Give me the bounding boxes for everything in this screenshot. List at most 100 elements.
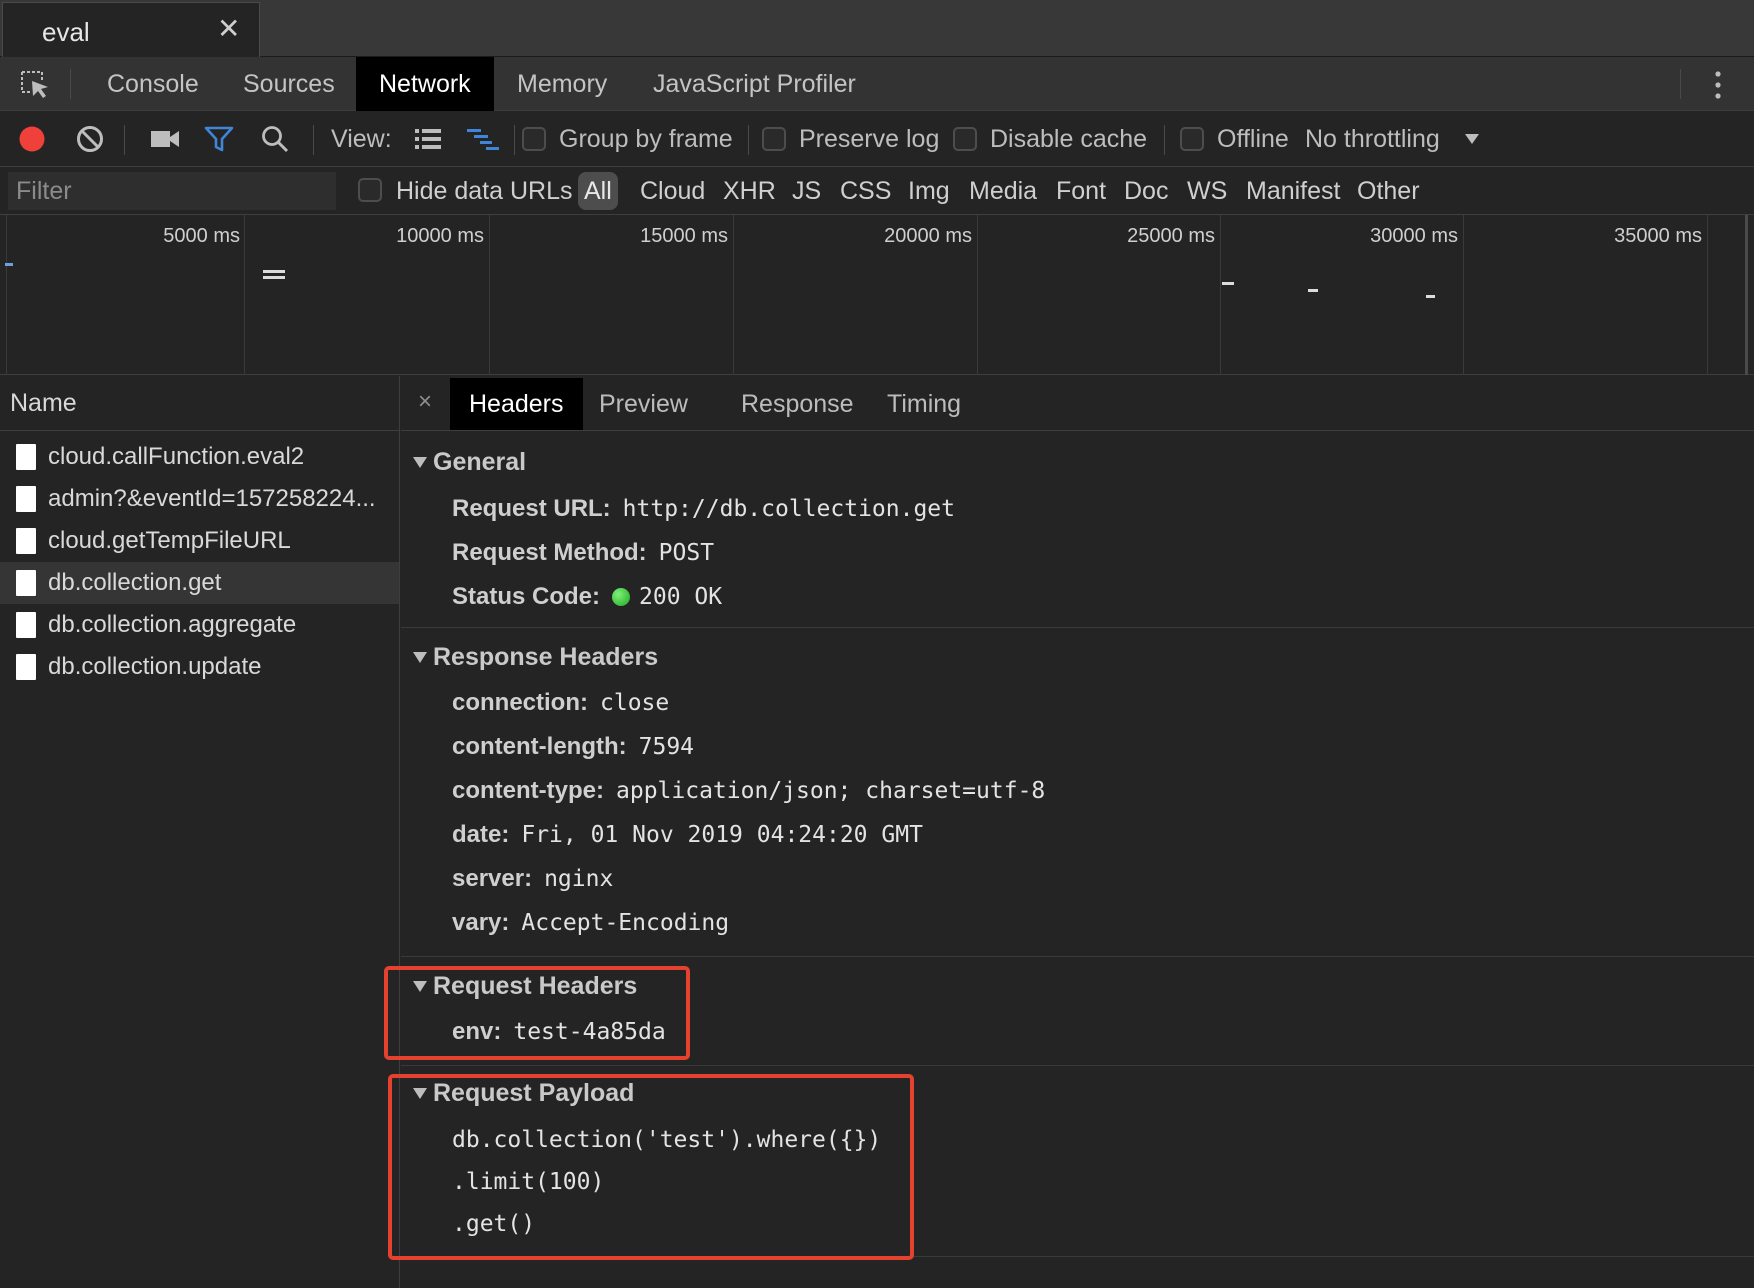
request-payload-highlight-box [388, 1074, 914, 1260]
devtools-panel-tabs: Console Sources Network Memory JavaScrip… [0, 57, 1754, 111]
request-row[interactable]: cloud.callFunction.eval2 [0, 436, 399, 478]
filter-type-doc[interactable]: Doc [1124, 172, 1168, 210]
filter-type-font[interactable]: Font [1056, 172, 1106, 210]
timeline-gridline [733, 215, 734, 375]
view-label: View: [331, 124, 392, 153]
camera-icon[interactable] [150, 127, 180, 151]
timeline-handle[interactable] [1745, 215, 1748, 375]
preserve-log-toggle[interactable]: Preserve log [762, 111, 939, 167]
timeline-tick-label: 20000 ms [884, 225, 972, 247]
timeline-gridline [1463, 215, 1464, 375]
header-key: server: [452, 865, 533, 892]
expand-triangle-icon [413, 652, 427, 663]
tab-console[interactable]: Console [84, 57, 222, 111]
request-row[interactable]: db.collection.aggregate [0, 604, 399, 646]
large-rows-icon[interactable] [414, 127, 442, 151]
tab-preview[interactable]: Preview [580, 378, 707, 430]
request-name: admin?&eventId=157258224... [48, 485, 376, 512]
header-key: Request URL: [452, 495, 611, 522]
request-name: db.collection.get [48, 569, 222, 596]
hide-data-urls-label: Hide data URLs [396, 177, 573, 205]
header-value: POST [658, 540, 715, 566]
tab-network[interactable]: Network [356, 57, 494, 111]
filter-type-cloud[interactable]: Cloud [640, 172, 705, 210]
timeline-tick-label: 15000 ms [640, 225, 728, 247]
header-key: content-length: [452, 733, 627, 760]
toolbar-divider [124, 125, 125, 155]
hide-data-urls-checkbox[interactable] [358, 178, 382, 202]
offline-toggle[interactable]: Offline [1180, 111, 1289, 167]
timeline-gridline [489, 215, 490, 375]
group-by-frame-toggle[interactable]: Group by frame [522, 111, 733, 167]
chevron-down-icon [1464, 134, 1479, 144]
request-name: db.collection.aggregate [48, 611, 297, 638]
request-name: cloud.callFunction.eval2 [48, 443, 305, 470]
tab-memory[interactable]: Memory [494, 57, 630, 111]
toolbar-divider [748, 125, 749, 155]
request-row[interactable]: admin?&eventId=157258224... [0, 478, 399, 520]
window-tab-title: eval [42, 17, 90, 47]
window-tab[interactable]: eval ✕ [2, 2, 260, 57]
timeline-request-bar [1426, 295, 1435, 298]
general-section-header[interactable]: General [413, 448, 526, 477]
timeline-request-bar [1222, 282, 1234, 285]
network-toolbar: View: Group by frame Preserve log Disabl… [0, 111, 1754, 167]
timeline-gridline [977, 215, 978, 375]
filter-type-all[interactable]: All [578, 172, 618, 210]
tab-timing[interactable]: Timing [868, 378, 980, 430]
timeline-request-bar [263, 276, 285, 279]
offline-checkbox[interactable] [1180, 127, 1204, 151]
filter-type-xhr[interactable]: XHR [723, 172, 776, 210]
name-column-header[interactable]: Name [0, 376, 399, 431]
waterfall-view-icon[interactable] [466, 127, 500, 151]
response-header-row: vary: Accept-Encoding [452, 909, 729, 937]
tab-response[interactable]: Response [722, 378, 873, 430]
network-overview-timeline[interactable]: 5000 ms 10000 ms 15000 ms 20000 ms 25000… [0, 215, 1754, 375]
preserve-log-checkbox[interactable] [762, 127, 786, 151]
tab-sources[interactable]: Sources [220, 57, 358, 111]
group-by-frame-checkbox[interactable] [522, 127, 546, 151]
section-title: General [433, 448, 527, 476]
filter-type-other[interactable]: Other [1357, 172, 1420, 210]
filter-type-media[interactable]: Media [969, 172, 1037, 210]
filter-type-ws[interactable]: WS [1187, 172, 1227, 210]
disable-cache-toggle[interactable]: Disable cache [953, 111, 1147, 167]
response-header-row: content-type: application/json; charset=… [452, 777, 1045, 805]
timeline-gridline [1220, 215, 1221, 375]
close-icon[interactable]: × [418, 388, 432, 416]
document-icon [16, 612, 36, 638]
group-by-frame-label: Group by frame [559, 124, 733, 153]
inspect-element-icon[interactable] [20, 70, 52, 100]
header-value: 200 OK [639, 584, 723, 610]
tab-javascript-profiler[interactable]: JavaScript Profiler [630, 57, 879, 111]
header-value: http://db.collection.get [622, 496, 956, 522]
timeline-request-bar [1308, 289, 1318, 292]
response-header-row: date: Fri, 01 Nov 2019 04:24:20 GMT [452, 821, 923, 849]
record-icon[interactable] [18, 125, 46, 153]
filter-input[interactable] [8, 172, 336, 210]
search-icon[interactable] [260, 125, 290, 153]
close-icon[interactable]: ✕ [217, 15, 240, 43]
request-row[interactable]: db.collection.update [0, 646, 399, 688]
request-row-selected[interactable]: db.collection.get [0, 562, 399, 604]
filter-type-img[interactable]: Img [908, 172, 950, 210]
header-key: Status Code: [452, 583, 601, 610]
more-options-icon[interactable] [1712, 69, 1724, 101]
tab-headers[interactable]: Headers [450, 378, 583, 430]
request-row[interactable]: cloud.getTempFileURL [0, 520, 399, 562]
filter-type-css[interactable]: CSS [840, 172, 891, 210]
response-headers-section: Response Headers connection: close conte… [401, 629, 1754, 957]
filter-type-js[interactable]: JS [792, 172, 821, 210]
status-code-row: Status Code: 200 OK [452, 583, 722, 611]
toolbar-divider [70, 69, 71, 99]
timeline-tick-label: 25000 ms [1127, 225, 1215, 247]
clear-icon[interactable] [76, 125, 104, 153]
timeline-tick-label: 10000 ms [396, 225, 484, 247]
toolbar-divider [313, 125, 314, 155]
filter-icon[interactable] [204, 125, 234, 153]
response-headers-section-header[interactable]: Response Headers [413, 643, 658, 672]
disable-cache-checkbox[interactable] [953, 127, 977, 151]
filter-type-manifest[interactable]: Manifest [1246, 172, 1340, 210]
document-icon [16, 570, 36, 596]
throttling-select[interactable]: No throttling [1305, 111, 1480, 167]
